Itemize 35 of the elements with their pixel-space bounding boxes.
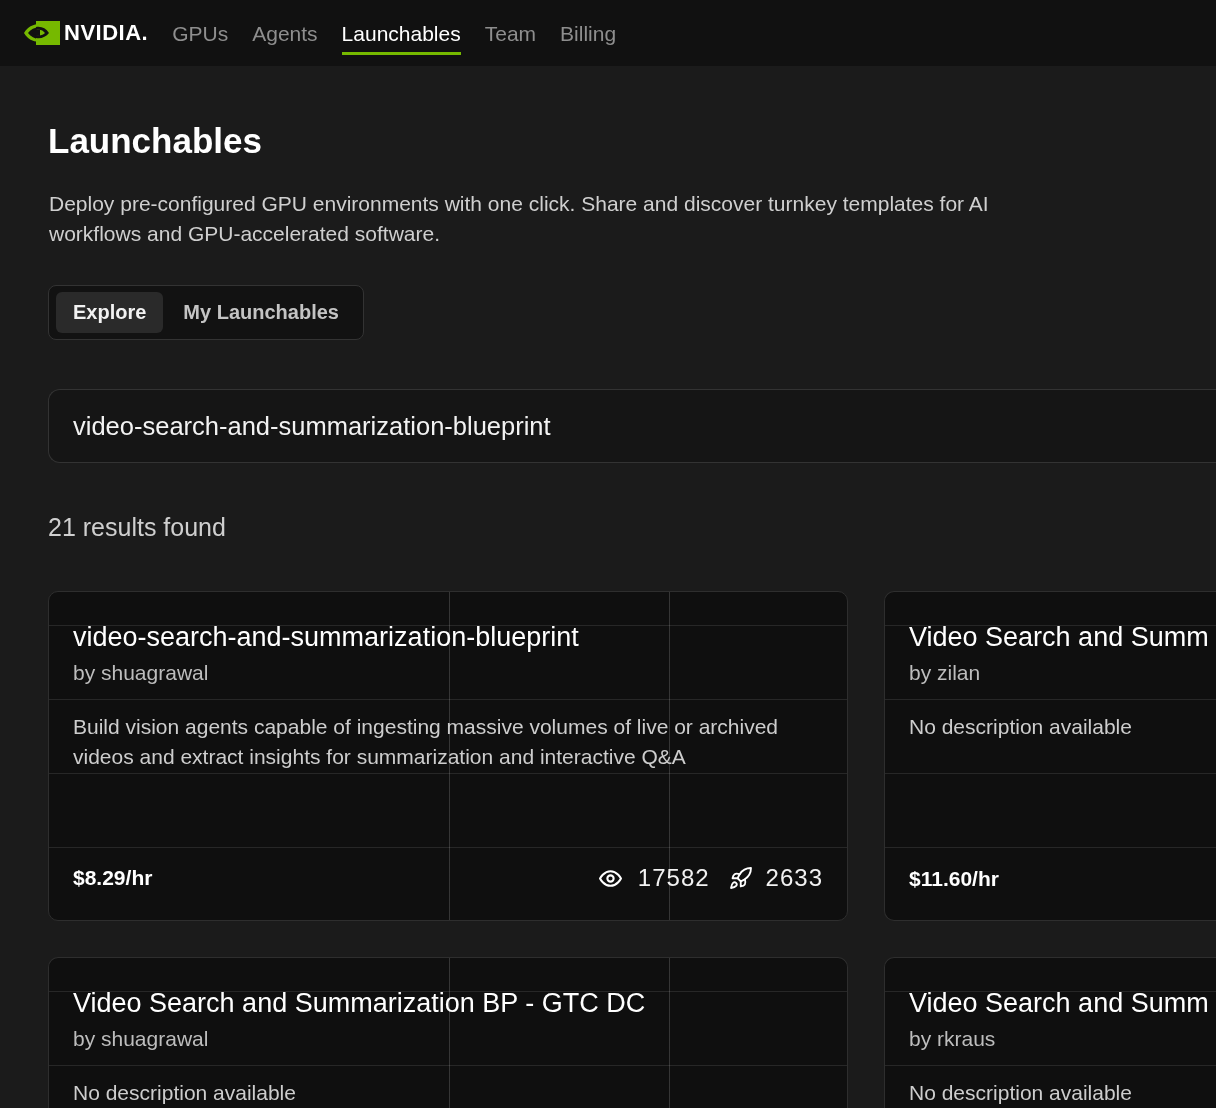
view-count: 17582 [637, 864, 710, 892]
launchable-card[interactable]: Video Search and Summ by zilan No description available $11.60/hr [884, 591, 1216, 921]
launchable-card[interactable]: Video Search and Summ by rkraus No description available [884, 957, 1216, 1108]
view-tab[interactable]: My Launchables [166, 292, 356, 333]
eye-logo-icon [24, 21, 60, 45]
nav-tab[interactable]: Team [484, 15, 537, 55]
page-title: Launchables [48, 120, 263, 162]
card-description: No description available [73, 1080, 297, 1106]
card-author: by shuagrawal [73, 660, 210, 686]
launchable-card[interactable] [48, 591, 848, 921]
search-field[interactable]: video-search-and-summarization-blueprint [48, 389, 1216, 463]
card-author: by zilan [909, 660, 982, 686]
deploy-count: 2633 [765, 864, 823, 892]
view-tab[interactable]: Explore [56, 292, 164, 333]
nvidia-logo-text: NVIDIA. [64, 20, 149, 46]
results-count: 21 results found [48, 513, 227, 541]
launchable-card[interactable]: Video Search and Summarization BP - GTC DC by shuagrawal No description available [48, 957, 848, 1108]
nav-tab[interactable]: Billing [560, 15, 617, 55]
rocket-icon [729, 867, 752, 889]
card-price: $11.60/hr [909, 866, 999, 892]
card-description: No description available [909, 714, 1133, 740]
card-title: Video Search and Summ [909, 987, 1210, 1019]
card-price: $8.29/hr [73, 865, 153, 891]
page-description: Deploy pre-configured GPU environments with one click. Share and discover turnkey templates for AI workflows and GPU-accelerated software. [49, 191, 990, 247]
card-description: Build vision agents capable of ingesting massive volumes of live or archived videos and extract insights for summarization and interactive Q&A [73, 714, 780, 770]
card-author: by shuagrawal [73, 1026, 210, 1052]
card-title: Video Search and Summ [909, 621, 1210, 653]
card-title: Video Search and Summarization BP - GTC DC [73, 987, 647, 1019]
nav-tab[interactable]: GPUs [172, 15, 229, 55]
nav-tab[interactable]: Launchables [341, 15, 461, 55]
eye-icon [598, 869, 622, 887]
nav-tab[interactable]: Agents [252, 15, 318, 55]
card-author: by rkraus [909, 1026, 997, 1052]
card-description: No description available [909, 1080, 1133, 1106]
card-title: video-search-and-summarization-blueprint [73, 621, 580, 653]
